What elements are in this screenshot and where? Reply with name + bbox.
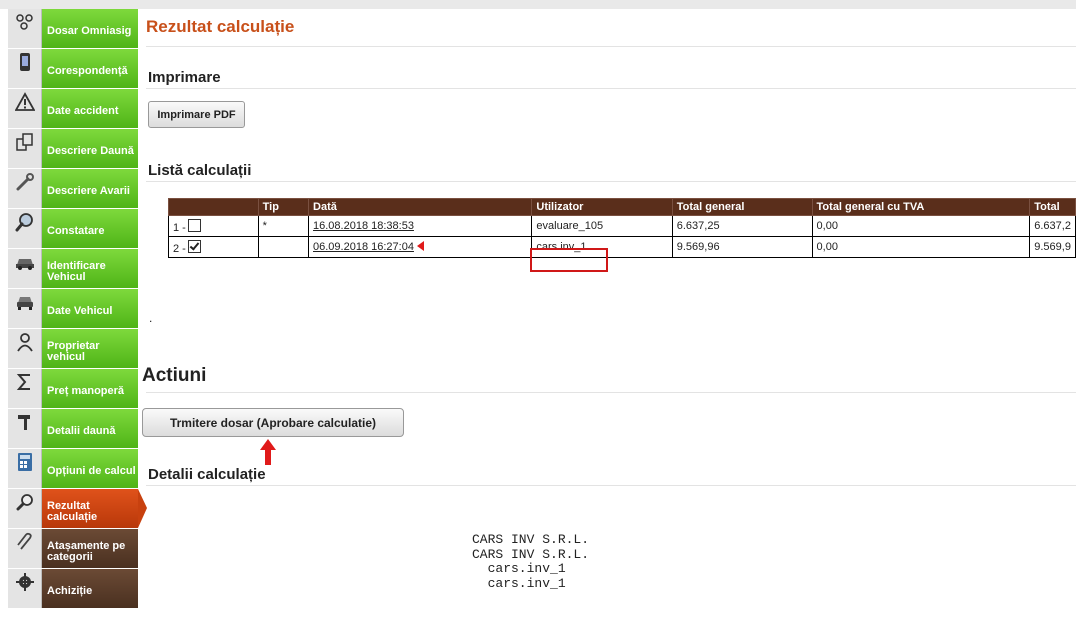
sidebar-item-rezultat-calculatie[interactable]: Rezultat calculație	[8, 489, 147, 529]
table-header-row: Tip Dată Utilizator Total general Total …	[168, 198, 1076, 216]
table-row: 1 - * 16.08.2018 18:38:53 evaluare_105 6…	[168, 215, 1076, 237]
send-file-button[interactable]: Trmitere dosar (Aprobare calculatie)	[142, 408, 404, 437]
details-line: CARS INV S.R.L.	[472, 532, 590, 547]
divider	[146, 485, 1076, 486]
sidebar-item-identificare-vehicul[interactable]: Identificare Vehicul	[8, 249, 138, 289]
column-header: Tip	[257, 198, 310, 216]
sidebar-item-label: Dosar Omniasig	[42, 9, 138, 48]
details-line: cars.inv_1	[472, 575, 566, 591]
sidebar-item-label: Proprietar vehicul	[42, 329, 138, 368]
date-link[interactable]: 06.09.2018 16:27:04	[313, 241, 414, 253]
tip-cell: *	[257, 215, 310, 237]
column-header: Total	[1029, 198, 1076, 216]
section-title-actions: Actiuni	[142, 365, 207, 386]
person-icon	[8, 329, 42, 368]
wrench-icon	[8, 169, 42, 208]
tip-cell	[257, 236, 310, 258]
sidebar-item-label: Achiziție	[42, 569, 138, 608]
date-link[interactable]: 16.08.2018 18:38:53	[313, 220, 414, 232]
user-cell: evaluare_105	[531, 215, 673, 237]
sidebar-item-label: Date Vehicul	[42, 289, 138, 328]
paperclip-icon	[8, 529, 42, 568]
calculator-icon	[8, 449, 42, 488]
magnifier-icon	[8, 209, 42, 248]
column-header: Dată	[308, 198, 533, 216]
section-title-details: Detalii calculație	[148, 466, 266, 483]
sidebar-item-label: Opțiuni de calcul	[42, 449, 138, 488]
sidebar-item-corespondenta[interactable]: Corespondență	[8, 49, 138, 89]
column-header: Utilizator	[531, 198, 673, 216]
sidebar-item-label: Rezultat calculație	[42, 489, 138, 528]
section-title-list: Listă calculații	[148, 162, 252, 179]
divider	[146, 46, 1076, 47]
total2-cell: 9.569,9	[1029, 236, 1076, 258]
sidebar-item-pret-manopera[interactable]: Preț manoperă	[8, 369, 138, 409]
red-arrow-icon	[260, 439, 276, 465]
row-index: 2 -	[173, 242, 186, 255]
total-cell: 9.569,96	[671, 236, 813, 258]
sidebar-item-descriere-dauna[interactable]: Descriere Daună	[8, 129, 138, 169]
sidebar-item-proprietar-vehicul[interactable]: Proprietar vehicul	[8, 329, 138, 369]
hammer-icon	[8, 409, 42, 448]
calculations-table: Tip Dată Utilizator Total general Total …	[168, 198, 1076, 258]
column-header: Total general	[671, 198, 813, 216]
sidebar-item-label: Atașamente pe categorii	[42, 529, 138, 568]
total-tva-cell: 0,00	[811, 236, 1031, 258]
total-tva-cell: 0,00	[811, 215, 1031, 237]
gear-icon	[8, 569, 42, 608]
sidebar-item-achizitie[interactable]: Achiziție	[8, 569, 138, 609]
row-select-cell: 1 -	[168, 215, 259, 237]
sidebar-item-label: Descriere Daună	[42, 129, 138, 168]
sidebar-item-atasamente[interactable]: Atașamente pe categorii	[8, 529, 138, 569]
search-doc-icon	[8, 489, 42, 528]
details-line: cars.inv_1	[472, 561, 566, 576]
sidebar-item-descriere-avarii[interactable]: Descriere Avarii	[8, 169, 138, 209]
divider	[146, 392, 1076, 393]
divider	[146, 88, 1076, 89]
sidebar-item-label: Detalii daună	[42, 409, 138, 448]
mobile-phone-icon	[8, 49, 42, 88]
sidebar-item-constatare[interactable]: Constatare	[8, 209, 138, 249]
sidebar-item-label: Preț manoperă	[42, 369, 138, 408]
sigma-icon	[8, 369, 42, 408]
car-icon	[8, 249, 42, 288]
table-row: 2 - 06.09.2018 16:27:04 cars.inv_1 9.569…	[168, 236, 1076, 258]
sidebar-item-optiuni-calcul[interactable]: Opțiuni de calcul	[8, 449, 138, 489]
sidebar-item-label: Descriere Avarii	[42, 169, 138, 208]
sidebar-item-label: Date accident	[42, 89, 138, 128]
column-header	[168, 198, 259, 216]
date-cell: 16.08.2018 18:38:53	[308, 215, 533, 237]
red-pointer-icon	[416, 241, 424, 251]
highlight-box	[530, 248, 608, 272]
warning-icon	[8, 89, 42, 128]
column-header: Total general cu TVA	[811, 198, 1031, 216]
date-cell: 06.09.2018 16:27:04	[308, 236, 533, 258]
sidebar-item-label: Identificare Vehicul	[42, 249, 138, 288]
calculation-details-text: CARS INV S.R.L. CARS INV S.R.L. cars.inv_…	[472, 532, 590, 591]
sidebar-item-detalii-dauna[interactable]: Detalii daună	[8, 409, 138, 449]
row-checkbox[interactable]	[187, 239, 201, 253]
top-strip	[0, 0, 1076, 9]
total2-cell: 6.637,2	[1029, 215, 1076, 237]
sidebar-item-date-vehicul[interactable]: Date Vehicul	[8, 289, 138, 329]
sidebar-item-label: Constatare	[42, 209, 138, 248]
copy-documents-icon	[8, 129, 42, 168]
row-select-cell: 2 -	[168, 236, 259, 258]
row-index: 1 -	[173, 221, 186, 234]
sidebar: Dosar Omniasig Corespondență Date accide…	[8, 9, 147, 626]
details-line: CARS INV S.R.L.	[472, 546, 590, 562]
divider	[146, 181, 1076, 182]
sidebar-item-date-accident[interactable]: Date accident	[8, 89, 138, 129]
print-pdf-button[interactable]: Imprimare PDF	[148, 101, 245, 128]
car-front-icon	[8, 289, 42, 328]
row-checkbox[interactable]	[187, 218, 201, 232]
sidebar-item-label: Corespondență	[42, 49, 138, 88]
total-cell: 6.637,25	[671, 215, 813, 237]
network-nodes-icon	[8, 9, 42, 48]
section-title-print: Imprimare	[148, 69, 221, 86]
sidebar-item-dosar[interactable]: Dosar Omniasig	[8, 9, 138, 49]
dot-text: .	[149, 311, 153, 325]
page-title: Rezultat calculație	[146, 17, 295, 36]
